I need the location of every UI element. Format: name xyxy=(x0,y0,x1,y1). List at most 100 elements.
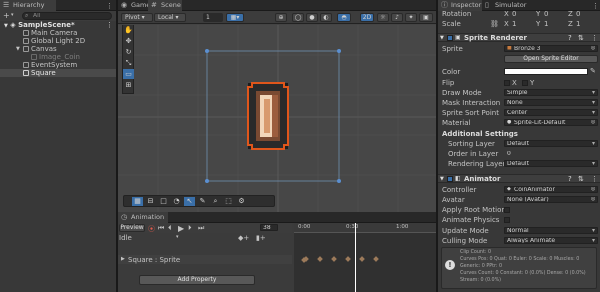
rotation-x[interactable]: 0 xyxy=(512,10,516,18)
hierarchy-item-main-camera[interactable]: Main Camera xyxy=(0,29,116,37)
transform-tool-icon[interactable]: ⊞ xyxy=(123,80,134,90)
keyframe[interactable] xyxy=(317,256,323,262)
tab-animation[interactable]: ◷ Animation xyxy=(118,212,168,223)
add-button[interactable]: + xyxy=(3,11,10,20)
flip-x-checkbox[interactable] xyxy=(504,80,510,86)
mask-interaction-dropdown[interactable]: None xyxy=(504,99,598,106)
menu-icon[interactable]: ⋮ xyxy=(591,34,598,42)
hierarchy-item-global-light[interactable]: Global Light 2D xyxy=(0,37,116,45)
first-frame-icon[interactable]: ⏮ xyxy=(158,224,164,233)
menu-icon[interactable]: ⋮ xyxy=(592,2,599,10)
target-icon[interactable]: ◎ xyxy=(591,187,595,192)
sort-point-dropdown[interactable]: Center xyxy=(504,109,598,116)
eyedropper-icon[interactable]: ✎ xyxy=(590,67,596,75)
lighting-toggle[interactable]: ◐ xyxy=(320,13,332,22)
animate-physics-checkbox[interactable] xyxy=(504,217,510,223)
audio-toggle[interactable]: ♪ xyxy=(391,13,403,22)
menu-icon[interactable]: ⋮ xyxy=(591,175,598,183)
timeline[interactable]: 0:00 0:30 1:00 xyxy=(294,223,436,292)
hierarchy-item-image-coin[interactable]: Image_Coin xyxy=(0,53,116,61)
draw-mode-dropdown[interactable]: Simple xyxy=(504,89,598,96)
enabled-checkbox[interactable] xyxy=(447,35,453,41)
material-field[interactable]: ● Sprite-Lit-Default ◎ xyxy=(504,119,598,126)
target-icon[interactable]: ◎ xyxy=(591,46,595,51)
culling-mode-dropdown[interactable]: Always Animate xyxy=(504,237,598,244)
resize-handle[interactable] xyxy=(205,49,209,53)
local-dropdown[interactable]: Local ▾ xyxy=(154,13,186,22)
mode-2d-toggle[interactable]: 2D xyxy=(360,13,374,22)
rendering-layer-dropdown[interactable]: Default xyxy=(504,160,598,167)
fx-toggle[interactable]: ✦ xyxy=(405,13,417,22)
grid-snap-icon[interactable]: ▦ xyxy=(132,197,143,206)
apply-root-motion-checkbox[interactable] xyxy=(504,207,510,213)
lighting-toggle[interactable]: ☼ xyxy=(377,13,389,22)
link-icon[interactable]: ⛓ xyxy=(490,20,499,28)
scale-tool-icon[interactable]: ⤡ xyxy=(123,58,134,68)
resize-handle[interactable] xyxy=(205,179,209,183)
sprite-renderer-header[interactable]: ▼ ▣ Sprite Renderer ? ⇅ ⋮ xyxy=(438,33,600,42)
scale-x[interactable]: 1 xyxy=(512,20,516,28)
move-tool-icon[interactable]: ✥ xyxy=(123,36,134,46)
animator-header[interactable]: ▼ ◧ Animator ? ⇅ ⋮ xyxy=(438,174,600,183)
order-in-layer-input[interactable]: 0 xyxy=(504,150,598,157)
scale-y[interactable]: 1 xyxy=(544,20,548,28)
render-mode-toggle[interactable]: ◓ xyxy=(337,13,351,22)
grid-toggle[interactable]: ▦▾ xyxy=(226,13,244,22)
help-icon[interactable]: ? xyxy=(568,175,572,183)
sorting-layer-dropdown[interactable]: Default xyxy=(504,140,598,147)
resize-handle[interactable] xyxy=(337,179,341,183)
pivot-dropdown[interactable]: Pivot ▾ xyxy=(121,13,153,22)
scale-z[interactable]: 1 xyxy=(576,20,580,28)
hierarchy-item-eventsystem[interactable]: EventSystem xyxy=(0,61,116,69)
add-property-button[interactable]: Add Property xyxy=(139,275,255,285)
rotate-tool-icon[interactable]: ↻ xyxy=(123,47,134,57)
controller-field[interactable]: ◆ CoinAnimator ◎ xyxy=(504,186,598,193)
camera-icon[interactable]: ▣ xyxy=(419,13,433,22)
tab-scene[interactable]: # Scene xyxy=(148,0,182,11)
preview-button[interactable]: Preview xyxy=(119,224,145,232)
keyframe[interactable] xyxy=(345,256,351,262)
add-keyframe-icon[interactable]: ◆+ xyxy=(238,234,249,242)
keyframe[interactable] xyxy=(359,256,365,262)
menu-icon[interactable]: ⋮ xyxy=(106,21,113,29)
rotation-y[interactable]: 0 xyxy=(544,10,548,18)
flip-y-checkbox[interactable] xyxy=(522,80,528,86)
view-tool-icon[interactable]: ✋ xyxy=(123,25,134,35)
prev-frame-icon[interactable]: ⏴ xyxy=(168,224,172,233)
shading-solid-icon[interactable]: ● xyxy=(306,13,318,22)
resize-handle[interactable] xyxy=(337,49,341,53)
property-row[interactable]: ▶ Square : Sprite xyxy=(118,255,292,264)
clip-dropdown[interactable]: Idle xyxy=(119,234,132,242)
keyframe[interactable] xyxy=(331,256,337,262)
orientation-gizmo[interactable]: ⊕ xyxy=(275,13,287,22)
settings-icon[interactable]: ⚙ xyxy=(236,197,247,206)
hierarchy-item-canvas[interactable]: ▼ Canvas xyxy=(0,45,116,53)
search-input[interactable]: ⌕ All xyxy=(22,12,112,20)
scene-viewport[interactable]: ✋ ✥ ↻ ⤡ ▭ ⊞ ▦ ⊟ □ ◔ ↖ ✎ ⌕ ⬚ ⚙ xyxy=(118,25,436,212)
add-event-icon[interactable]: ▮+ xyxy=(256,234,266,242)
update-mode-dropdown[interactable]: Normal xyxy=(504,227,598,234)
sprite-field[interactable]: ■ Bronze 3 ◎ xyxy=(504,45,598,52)
menu-icon[interactable]: ⋮ xyxy=(106,2,113,10)
help-icon[interactable]: ? xyxy=(568,34,572,42)
additional-settings-header[interactable]: Additional Settings xyxy=(442,130,518,138)
circle-icon[interactable]: ◔ xyxy=(171,197,182,206)
avatar-field[interactable]: None (Avatar) ◎ xyxy=(504,196,598,203)
chevron-down-icon[interactable]: ▾ xyxy=(11,12,14,18)
target-icon[interactable]: ◎ xyxy=(591,197,595,202)
last-frame-icon[interactable]: ⏭ xyxy=(198,224,204,233)
sliders-icon[interactable]: ⇅ xyxy=(578,34,584,42)
target-icon[interactable]: ◎ xyxy=(591,120,595,125)
select-tool-icon[interactable]: ↖ xyxy=(184,197,195,206)
tab-hierarchy[interactable]: ☰ Hierarchy xyxy=(0,0,56,11)
color-swatch[interactable] xyxy=(504,68,588,75)
playhead[interactable] xyxy=(355,223,356,292)
enabled-checkbox[interactable] xyxy=(447,176,453,182)
open-sprite-editor-button[interactable]: Open Sprite Editor xyxy=(504,55,598,63)
shading-wire-icon[interactable]: ◯ xyxy=(292,13,304,22)
next-frame-icon[interactable]: ⏵ xyxy=(188,224,192,233)
keyframe[interactable] xyxy=(373,256,379,262)
play-icon[interactable]: ▶ xyxy=(178,224,184,233)
coin-sprite[interactable] xyxy=(247,82,289,150)
hierarchy-item-square[interactable]: Square xyxy=(0,69,116,77)
